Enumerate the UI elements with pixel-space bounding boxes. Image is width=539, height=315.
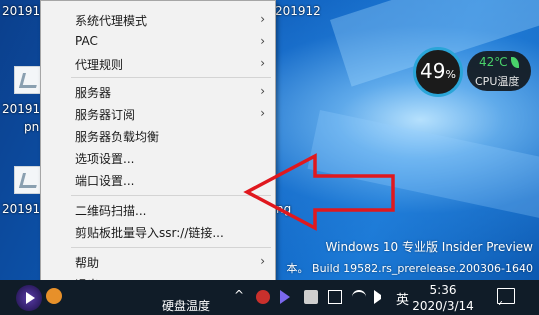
taskbar-app-icon[interactable] [46, 288, 62, 304]
percent-sign: % [445, 68, 456, 81]
submenu-chevron-icon: › [260, 254, 265, 268]
windows-build-watermark: 本。 Build 19582.rs_prerelease.200306-1640 [286, 262, 533, 275]
tray-app-icon[interactable] [256, 290, 270, 304]
submenu-chevron-icon: › [260, 106, 265, 120]
cpu-monitor-widget[interactable]: 49% 42℃ CPU温度 [413, 47, 533, 97]
notification-center-icon[interactable] [497, 288, 515, 304]
menu-item-servers[interactable]: 服务器 › [41, 81, 275, 103]
cpu-usage-readout: 49% [413, 59, 463, 83]
battery-icon[interactable] [328, 290, 342, 304]
menu-item-options[interactable]: 选项设置... [41, 147, 275, 169]
menu-item-help[interactable]: 帮助 › [41, 251, 275, 273]
menu-item-label: 帮助 [75, 256, 100, 270]
input-language-indicator[interactable]: 英 [396, 289, 409, 308]
menu-separator [71, 247, 271, 248]
background-window-text: 201912 [275, 4, 321, 18]
menu-item-server-subscription[interactable]: 服务器订阅 › [41, 103, 275, 125]
menu-item-qrcode-scan[interactable]: 二维码扫描... [41, 199, 275, 221]
submenu-chevron-icon: › [260, 12, 265, 26]
cpu-temp-value: 42℃ [479, 55, 508, 69]
menu-item-load-balance[interactable]: 服务器负载均衡 [41, 125, 275, 147]
menu-item-port-settings[interactable]: 端口设置... [41, 169, 275, 191]
menu-item-label: 服务器订阅 [75, 108, 136, 122]
disk-temp-taskbar-label[interactable]: 硬盘温度 [162, 297, 210, 314]
red-arrow-annotation-icon [243, 153, 395, 231]
menu-item-label: 服务器负载均衡 [75, 130, 160, 144]
menu-item-label: 服务器 [75, 86, 112, 100]
submenu-chevron-icon: › [260, 56, 265, 70]
menu-item-label: 选项设置... [75, 152, 135, 166]
windows-edition-watermark: Windows 10 专业版 Insider Preview [325, 240, 533, 254]
clock-time: 5:36 [429, 283, 457, 297]
volume-icon[interactable] [374, 290, 381, 304]
taskbar-clock[interactable]: 5:36 2020/3/14 [412, 282, 474, 314]
desktop-icon-label[interactable]: pn [24, 120, 39, 134]
menu-item-label: PAC [75, 34, 98, 48]
menu-item-clipboard-import[interactable]: 剪贴板批量导入ssr://链接... [41, 221, 275, 243]
tray-app-icon[interactable] [304, 290, 318, 304]
tray-context-menu: 系统代理模式 › PAC › 代理规则 › 服务器 › 服务器订阅 › 服务器负… [40, 0, 276, 296]
submenu-chevron-icon: › [260, 34, 265, 48]
tray-overflow-chevron-icon[interactable]: ^ [234, 288, 244, 302]
submenu-chevron-icon: › [260, 84, 265, 98]
leaf-icon [511, 57, 519, 68]
menu-item-label: 代理规则 [75, 58, 124, 72]
menu-item-pac[interactable]: PAC › [41, 31, 275, 53]
clock-date: 2020/3/14 [412, 299, 474, 313]
cpu-temp-label: CPU温度 [475, 75, 520, 88]
cpu-usage-value: 49 [420, 59, 446, 83]
menu-item-system-proxy-mode[interactable]: 系统代理模式 › [41, 9, 275, 31]
menu-item-proxy-rules[interactable]: 代理规则 › [41, 53, 275, 75]
send-icon[interactable] [280, 290, 290, 304]
menu-item-label: 剪贴板批量导入ssr://链接... [75, 226, 224, 240]
cpu-temp-panel: 42℃ CPU温度 [467, 51, 531, 91]
menu-separator [71, 195, 271, 196]
media-player-taskbar-icon[interactable] [16, 285, 42, 311]
menu-item-label: 二维码扫描... [75, 204, 147, 218]
menu-separator [71, 77, 271, 78]
wifi-icon[interactable] [352, 290, 366, 304]
menu-item-label: 系统代理模式 [75, 14, 148, 28]
menu-item-label: 端口设置... [75, 174, 135, 188]
